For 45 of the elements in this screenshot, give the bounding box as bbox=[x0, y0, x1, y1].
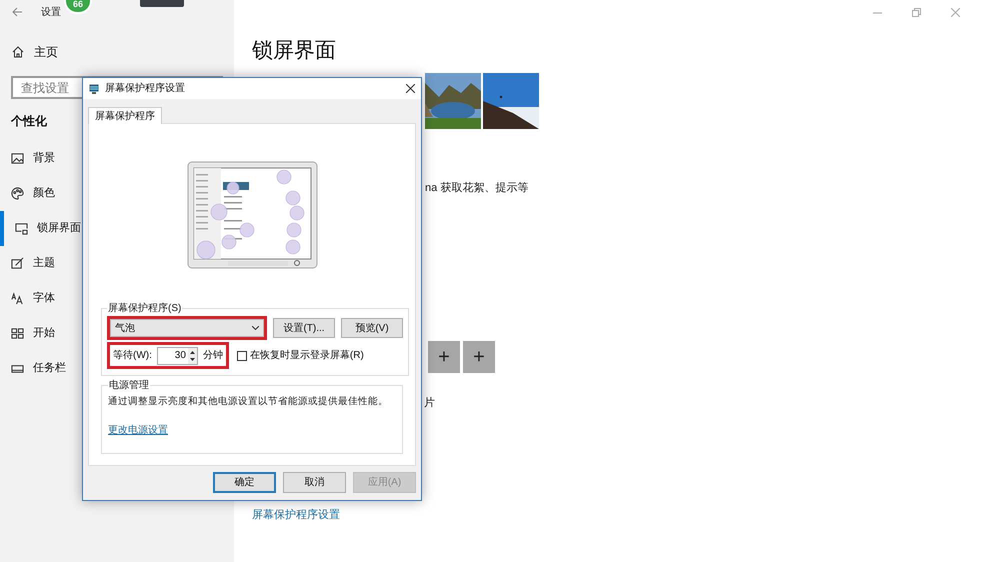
add-button[interactable]: + bbox=[428, 340, 460, 372]
description-text: na 获取花絮、提示等 bbox=[425, 181, 530, 196]
sidebar-item[interactable]: 颜色 bbox=[0, 176, 55, 211]
dialog-tab[interactable]: 屏幕保护程序 bbox=[88, 107, 162, 124]
dialog-button[interactable]: 预览(V) bbox=[341, 318, 403, 338]
chevron-down-icon bbox=[252, 326, 259, 330]
home-icon bbox=[12, 46, 24, 58]
palette-icon bbox=[11, 187, 24, 200]
screensaver-settings-link[interactable]: 屏幕保护程序设置 bbox=[252, 507, 1000, 524]
home-nav-item[interactable]: 主页 bbox=[0, 42, 234, 62]
taskbar-icon bbox=[11, 362, 24, 375]
sidebar-item[interactable]: 背景 bbox=[0, 141, 55, 176]
brush-icon bbox=[11, 257, 24, 270]
monitor-lock-icon bbox=[15, 222, 28, 235]
text-fragment: 片 bbox=[424, 396, 436, 410]
group-label: 电源管理 bbox=[108, 378, 150, 393]
add-button[interactable]: + bbox=[463, 340, 495, 372]
close-icon[interactable] bbox=[406, 84, 415, 93]
sidebar-item[interactable]: 主题 bbox=[0, 246, 55, 281]
sidebar-item[interactable]: 任务栏 bbox=[0, 351, 66, 386]
dialog-button[interactable]: 确定 bbox=[213, 472, 276, 493]
maximize-icon[interactable] bbox=[912, 8, 921, 16]
section-heading: 个性化 bbox=[11, 113, 47, 130]
change-power-settings-link[interactable]: 更改电源设置 bbox=[108, 423, 396, 438]
dialog-button[interactable]: 设置(T)... bbox=[273, 318, 335, 338]
dialog-title: 屏幕保护程序设置 bbox=[105, 82, 186, 96]
back-arrow-icon[interactable] bbox=[12, 7, 23, 17]
picture-icon bbox=[11, 152, 24, 165]
screensaver-dropdown[interactable]: 气泡 bbox=[107, 316, 267, 340]
status-bar-drawing bbox=[140, 0, 184, 7]
start-icon bbox=[11, 327, 24, 340]
sidebar-item[interactable]: 开始 bbox=[0, 316, 55, 351]
dialog-button[interactable]: 取消 bbox=[283, 472, 346, 493]
wait-label: 等待(W): bbox=[113, 348, 152, 363]
sidebar-item[interactable]: 字体 bbox=[0, 281, 55, 316]
page-title: 锁屏界面 bbox=[252, 38, 337, 64]
spinner-arrows-icon[interactable] bbox=[188, 348, 197, 364]
group-label: 屏幕保护程序(S) bbox=[107, 302, 182, 316]
power-description: 通过调整显示亮度和其他电源设置以节省能源或提供最佳性能。 bbox=[108, 395, 389, 409]
logon-screen-checkbox[interactable]: 在恢复时显示登录屏幕(R) bbox=[236, 348, 364, 363]
window-title: 设置 bbox=[41, 6, 61, 20]
monitor-icon bbox=[89, 84, 99, 94]
minutes-spinner[interactable]: 30 bbox=[156, 346, 198, 364]
unit-label: 分钟 bbox=[202, 348, 223, 363]
font-icon bbox=[11, 292, 24, 305]
